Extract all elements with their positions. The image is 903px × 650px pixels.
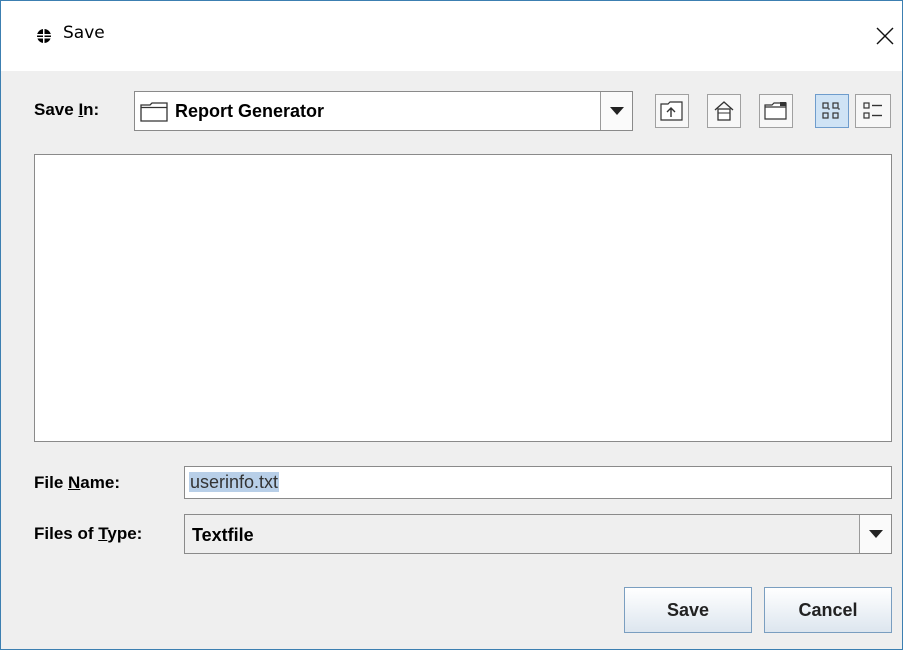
file-list-pane[interactable] bbox=[34, 154, 892, 442]
file-type-dropdown[interactable]: Textfile bbox=[184, 514, 892, 554]
save-in-dropdown-arrow[interactable] bbox=[600, 92, 632, 130]
list-view-icon bbox=[822, 102, 840, 119]
file-name-input[interactable]: userinfo.txt bbox=[184, 466, 892, 499]
close-icon bbox=[876, 27, 894, 45]
chevron-down-icon bbox=[868, 530, 883, 538]
up-one-level-icon bbox=[660, 101, 683, 121]
app-icon bbox=[36, 28, 52, 44]
file-type-label: Files of Type: bbox=[34, 524, 143, 543]
title-bar: Save bbox=[1, 1, 902, 71]
details-view-icon bbox=[863, 102, 882, 119]
home-icon bbox=[714, 101, 734, 121]
home-button[interactable] bbox=[707, 94, 741, 128]
new-folder-button[interactable] bbox=[759, 94, 793, 128]
save-dialog: Save Save In: Report Generator File Name… bbox=[0, 0, 903, 650]
file-name-label: File Name: bbox=[34, 473, 120, 492]
save-in-label: Save In: bbox=[34, 100, 100, 119]
window-title: Save bbox=[63, 23, 105, 43]
file-name-value: userinfo.txt bbox=[189, 472, 280, 492]
file-type-value: Textfile bbox=[192, 525, 254, 545]
file-type-dropdown-arrow[interactable] bbox=[859, 515, 891, 553]
close-button[interactable] bbox=[867, 16, 903, 56]
new-folder-icon bbox=[764, 102, 787, 120]
details-view-button[interactable] bbox=[855, 94, 891, 128]
save-in-value: Report Generator bbox=[175, 101, 325, 121]
chevron-down-icon bbox=[609, 107, 624, 115]
save-in-dropdown[interactable]: Report Generator bbox=[134, 91, 633, 131]
up-one-level-button[interactable] bbox=[655, 94, 689, 128]
folder-icon bbox=[140, 102, 168, 122]
cancel-button[interactable]: Cancel bbox=[764, 587, 892, 633]
list-view-button[interactable] bbox=[815, 94, 849, 128]
save-button[interactable]: Save bbox=[624, 587, 752, 633]
